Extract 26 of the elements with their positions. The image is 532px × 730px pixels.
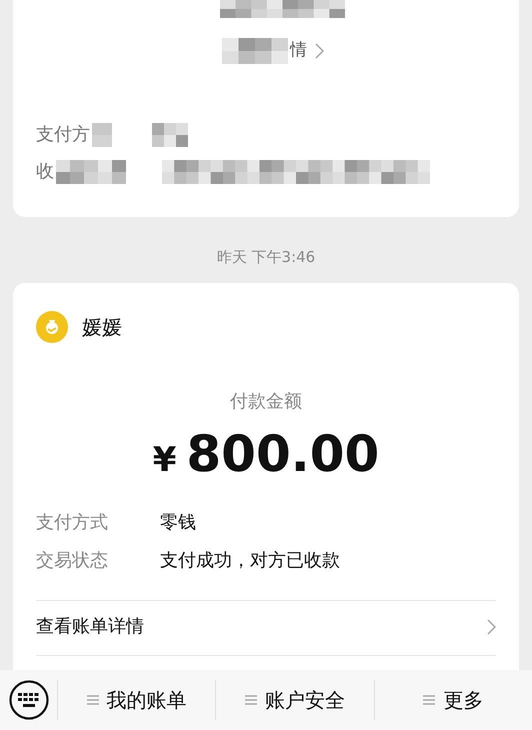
menu-button[interactable]: 更多 [423, 685, 484, 715]
row-value: 支付成功，对方已收款 [160, 548, 340, 572]
menu-button[interactable]: 我的账单 [86, 685, 187, 715]
row-value: 零钱 [160, 510, 196, 534]
blurred-area [152, 122, 188, 146]
row-label: 支付方式 [36, 510, 109, 534]
menu-icon [423, 694, 436, 706]
chevron-right-icon [315, 43, 324, 59]
bill-details-link[interactable]: 查看账单详情 [36, 613, 144, 640]
payee-name: 媛媛 [82, 314, 122, 341]
blurred-area [222, 38, 288, 64]
keyboard-icon[interactable] [8, 680, 48, 720]
detail-link[interactable]: 情 [290, 38, 307, 64]
menu-icon [86, 694, 99, 706]
chevron-right-icon [487, 618, 496, 634]
menu-button[interactable]: 账户安全 [244, 685, 345, 715]
amount-label: 付款金额 [229, 390, 303, 414]
row-label: 收 [36, 160, 54, 184]
menu-icon [244, 694, 257, 706]
row-label: 支付方 [36, 123, 90, 147]
row-label: 交易状态 [36, 548, 109, 572]
blurred-area [92, 122, 112, 146]
timestamp: 昨天 下午3:46 [216, 247, 316, 268]
currency-symbol: ¥ [152, 439, 176, 482]
payment-amount: 800.00 [186, 424, 380, 484]
blurred-area [56, 160, 126, 184]
